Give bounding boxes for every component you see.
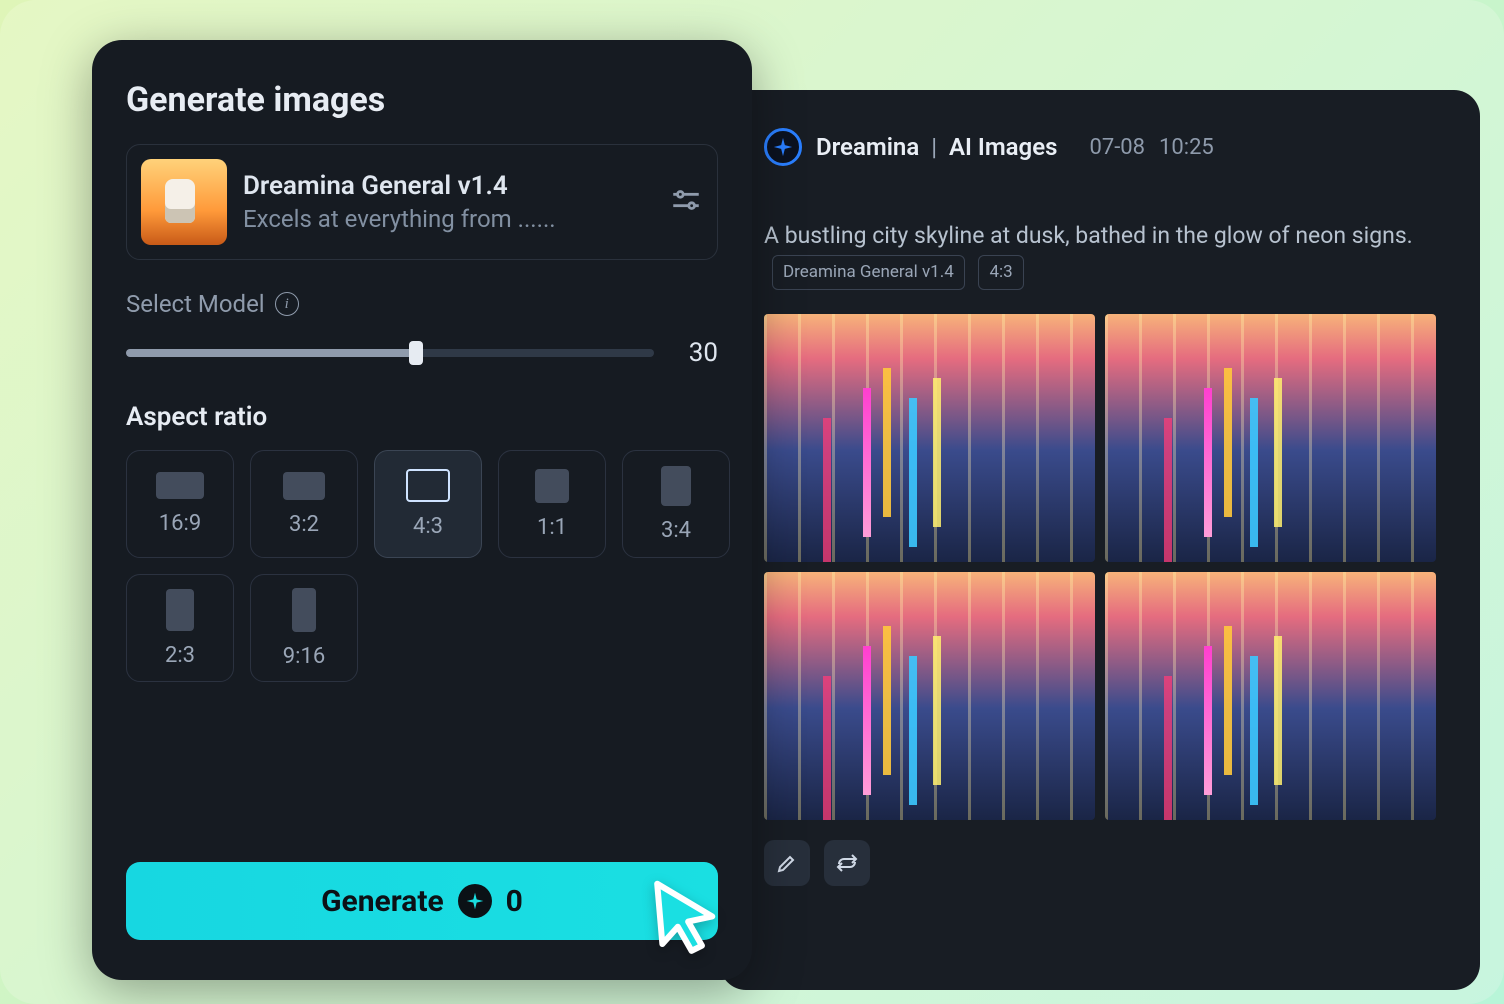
prompt-text: A bustling city skyline at dusk, bathed … xyxy=(764,222,1413,249)
brand-title: Dreamina | AI Images xyxy=(816,133,1057,161)
result-time: 10:25 xyxy=(1159,135,1214,160)
model-description: Excels at everything from ...... xyxy=(243,205,653,233)
aspect-ratio-option[interactable]: 1:1 xyxy=(498,450,606,558)
slider-thumb[interactable] xyxy=(409,341,423,365)
aspect-ratio-grid: 16:9 3:2 4:3 1:1 3:4 2:3 9:16 xyxy=(126,450,718,682)
sparkle-icon xyxy=(458,884,492,918)
slider-track[interactable] xyxy=(126,349,654,357)
ratio-label: 9:16 xyxy=(283,644,325,669)
settings-icon[interactable] xyxy=(669,183,703,221)
ratio-label: 3:2 xyxy=(289,512,319,537)
brand-separator: | xyxy=(925,133,943,161)
select-model-text: Select Model xyxy=(126,290,265,318)
ratio-shape-icon xyxy=(283,472,325,500)
model-strength-slider[interactable]: 30 xyxy=(126,338,718,368)
select-model-label: Select Model i xyxy=(126,290,718,318)
aspect-ratio-label: Aspect ratio xyxy=(126,402,718,432)
results-header: Dreamina | AI Images 07-08 10:25 xyxy=(764,128,1436,166)
ratio-label: 2:3 xyxy=(165,643,195,668)
results-grid xyxy=(764,314,1436,821)
model-text: Dreamina General v1.4 Excels at everythi… xyxy=(243,171,653,233)
aspect-ratio-option[interactable]: 2:3 xyxy=(126,574,234,682)
edit-button[interactable] xyxy=(764,840,810,886)
regenerate-button[interactable] xyxy=(824,840,870,886)
model-thumbnail xyxy=(141,159,227,245)
result-date: 07-08 xyxy=(1089,135,1145,160)
generate-label: Generate xyxy=(321,884,444,919)
aspect-ratio-option[interactable]: 9:16 xyxy=(250,574,358,682)
ratio-label: 16:9 xyxy=(159,511,201,536)
aspect-ratio-option[interactable]: 16:9 xyxy=(126,450,234,558)
slider-value: 30 xyxy=(674,338,718,368)
result-actions xyxy=(764,840,1436,886)
aspect-ratio-option[interactable]: 4:3 xyxy=(374,450,482,558)
result-image[interactable] xyxy=(764,572,1095,820)
brand-name: Dreamina xyxy=(816,133,919,161)
ratio-shape-icon xyxy=(406,469,450,502)
brand-icon xyxy=(764,128,802,166)
ratio-shape-icon xyxy=(166,589,194,631)
pencil-icon xyxy=(775,851,799,875)
cursor-icon xyxy=(640,870,726,956)
info-icon[interactable]: i xyxy=(275,292,299,316)
app-stage: { "panel": { "title": "Generate images",… xyxy=(0,0,1504,1004)
model-chip: Dreamina General v1.4 xyxy=(772,255,965,289)
brand-section: AI Images xyxy=(949,133,1057,161)
result-prompt: A bustling city skyline at dusk, bathed … xyxy=(764,218,1436,290)
ratio-shape-icon xyxy=(661,466,691,506)
settings-panel: Generate images Dreamina General v1.4 Ex… xyxy=(92,40,752,980)
ratio-label: 1:1 xyxy=(537,515,567,540)
aspect-ratio-option[interactable]: 3:4 xyxy=(622,450,730,558)
generate-cost: 0 xyxy=(506,884,523,919)
ratio-chip: 4:3 xyxy=(978,255,1023,289)
ratio-shape-icon xyxy=(292,588,316,632)
generate-button[interactable]: Generate 0 xyxy=(126,862,718,940)
ratio-label: 3:4 xyxy=(661,518,691,543)
result-image[interactable] xyxy=(764,314,1095,562)
ratio-shape-icon xyxy=(535,469,569,503)
results-panel: Dreamina | AI Images 07-08 10:25 A bustl… xyxy=(720,90,1480,990)
ratio-label: 4:3 xyxy=(413,514,443,539)
model-name: Dreamina General v1.4 xyxy=(243,171,653,201)
model-selector[interactable]: Dreamina General v1.4 Excels at everythi… xyxy=(126,144,718,260)
panel-title: Generate images xyxy=(126,80,718,120)
result-image[interactable] xyxy=(1105,314,1436,562)
ratio-shape-icon xyxy=(156,472,204,499)
refresh-icon xyxy=(835,851,859,875)
aspect-ratio-option[interactable]: 3:2 xyxy=(250,450,358,558)
result-image[interactable] xyxy=(1105,572,1436,820)
